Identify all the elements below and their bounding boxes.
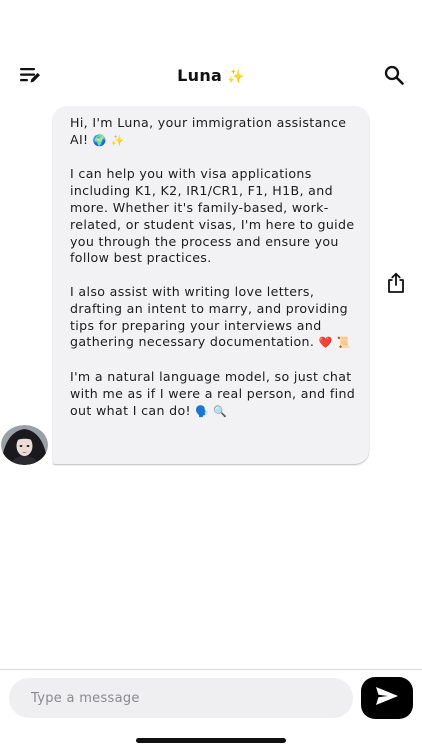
message-emoji: 🗣️ 🔍: [195, 404, 228, 418]
message-emoji: ❤️ 📜: [318, 336, 351, 350]
message-text: I can help you with visa applications in…: [70, 166, 355, 266]
search-button[interactable]: [380, 64, 408, 90]
page-title: Luna ✨: [0, 66, 422, 85]
home-indicator: [136, 738, 286, 743]
message-emoji: 🌍 ✨: [92, 133, 125, 147]
message-paragraph: I'm a natural language model, so just ch…: [70, 369, 357, 420]
chat-header: Luna ✨: [0, 56, 422, 98]
composer-divider: [0, 669, 422, 670]
send-button[interactable]: [361, 677, 413, 719]
sparkle-icon: ✨: [227, 69, 245, 85]
send-icon: [374, 685, 400, 711]
message-text: I also assist with writing love letters,…: [70, 283, 348, 350]
avatar[interactable]: [1, 425, 48, 465]
share-icon: [386, 272, 406, 298]
assistant-message-bubble: Hi, I'm Luna, your immigration assistanc…: [53, 106, 369, 464]
title-text: Luna: [177, 66, 223, 85]
share-button[interactable]: [383, 272, 409, 298]
message-paragraph: I also assist with writing love letters,…: [70, 284, 357, 352]
message-input[interactable]: [9, 678, 353, 718]
search-icon: [384, 65, 404, 89]
message-paragraph: Hi, I'm Luna, your immigration assistanc…: [70, 115, 357, 150]
message-paragraph: I can help you with visa applications in…: [70, 166, 357, 267]
